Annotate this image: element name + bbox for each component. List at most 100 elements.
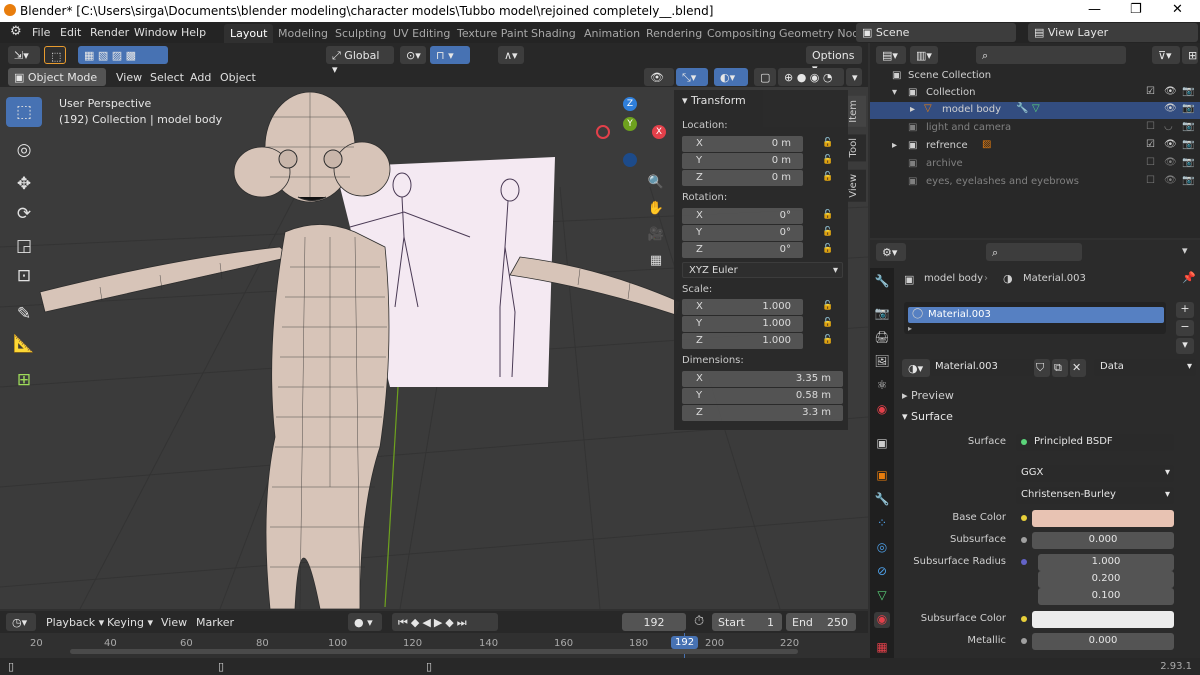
- base-color-swatch[interactable]: [1032, 510, 1174, 527]
- current-frame-field[interactable]: 192: [622, 613, 686, 631]
- material-name-field[interactable]: Material.003: [930, 359, 1034, 376]
- perspective-grid-icon[interactable]: ▦: [645, 249, 667, 271]
- shading-mode-buttons[interactable]: ⊕ ● ◉ ◔: [778, 68, 844, 86]
- data-tab-icon[interactable]: ▽: [874, 588, 890, 604]
- physics-tab-icon[interactable]: ◎: [874, 540, 890, 556]
- tab-modeling[interactable]: Modeling: [272, 24, 334, 43]
- tab-shading[interactable]: Shading: [525, 24, 582, 43]
- proportional-editing-icon[interactable]: ∧▾: [498, 46, 524, 64]
- eye-icon[interactable]: 👁: [1164, 103, 1177, 114]
- maximize-button[interactable]: ❐: [1130, 2, 1142, 17]
- chevron-down-icon[interactable]: ▾: [1182, 244, 1188, 257]
- constraints-tab-icon[interactable]: ⊘: [874, 564, 890, 580]
- gizmo-y-axis[interactable]: Y: [623, 117, 637, 131]
- subsurface-radius-z-field[interactable]: 0.100: [1038, 588, 1174, 605]
- menu-file[interactable]: File: [32, 26, 50, 39]
- lock-scale-y-icon[interactable]: 🔓: [822, 318, 833, 329]
- rotation-x-field[interactable]: X 0°: [682, 208, 803, 224]
- tab-sculpting[interactable]: Sculpting: [329, 24, 392, 43]
- viewport-menu-select[interactable]: Select: [150, 71, 184, 84]
- collection-tab-icon[interactable]: ▣: [874, 436, 890, 452]
- select-tool-icon[interactable]: ⬚: [6, 97, 42, 127]
- expand-icon[interactable]: ▸: [892, 140, 897, 151]
- camera-icon[interactable]: 📷: [1182, 103, 1194, 114]
- annotate-tool-icon[interactable]: ✎: [6, 299, 42, 329]
- outliner-row-eyes-eyelashes-eyebrows[interactable]: ▣ eyes, eyelashes and eyebrows ☐ 👁 📷: [870, 174, 1200, 191]
- eye-icon[interactable]: 👁: [1164, 175, 1177, 186]
- editor-type-button[interactable]: ⇲▾: [8, 46, 40, 64]
- menu-render[interactable]: Render: [90, 26, 129, 39]
- object-tab-icon[interactable]: ▣: [874, 468, 890, 484]
- render-tab-icon[interactable]: 📷: [874, 306, 890, 322]
- lock-rotation-y-icon[interactable]: 🔓: [822, 227, 833, 238]
- expand-icon[interactable]: ▸: [910, 104, 915, 115]
- rotation-y-field[interactable]: Y 0°: [682, 225, 803, 241]
- preview-panel-header[interactable]: ▸ Preview: [902, 389, 954, 402]
- output-tab-icon[interactable]: 🖨: [874, 330, 890, 346]
- view-layer-selector[interactable]: ▤ View Layer: [1028, 23, 1198, 42]
- particles-tab-icon[interactable]: ⁘: [874, 516, 890, 532]
- tab-rendering[interactable]: Rendering: [640, 24, 708, 43]
- timeline-menu-view[interactable]: View: [161, 616, 187, 629]
- eye-icon[interactable]: 👁: [1164, 139, 1177, 150]
- menu-help[interactable]: Help: [181, 26, 206, 39]
- subsurface-radius-y-field[interactable]: 0.200: [1038, 571, 1174, 588]
- transform-panel-title[interactable]: ▾ Transform: [682, 94, 746, 107]
- slot-specials-button[interactable]: ▾: [1176, 338, 1194, 354]
- lock-location-y-icon[interactable]: 🔓: [822, 155, 833, 166]
- rotate-tool-icon[interactable]: ⟳: [6, 199, 42, 229]
- dimensions-y-field[interactable]: Y 0.58 m: [682, 388, 843, 404]
- gizmo-neg-x[interactable]: [596, 125, 610, 139]
- add-slot-button[interactable]: +: [1176, 302, 1194, 318]
- gizmo-toggle-icon[interactable]: ⤡▾: [676, 68, 708, 86]
- duplicate-material-icon[interactable]: ⧉: [1052, 359, 1068, 377]
- start-frame-field[interactable]: Start 1: [712, 613, 782, 631]
- scene-tab-icon[interactable]: ⚛: [874, 378, 890, 394]
- zoom-icon[interactable]: 🔍: [645, 171, 667, 193]
- add-cube-tool-icon[interactable]: ⊞: [6, 365, 42, 395]
- outliner-search-input[interactable]: ⌕: [976, 46, 1126, 64]
- transform-orientation-dropdown[interactable]: ⤢ Global ▾: [326, 46, 394, 76]
- checkbox-icon[interactable]: ☑: [1146, 86, 1155, 97]
- options-dropdown[interactable]: Options ▾: [806, 46, 862, 75]
- xray-toggle-icon[interactable]: ▢: [754, 68, 776, 86]
- expand-icon[interactable]: ▾: [892, 87, 897, 98]
- outliner-row-refrence[interactable]: ▸ ▣ refrence ▨ ☑ 👁 📷: [870, 138, 1200, 155]
- checkbox-icon[interactable]: ☐: [1146, 157, 1155, 168]
- location-y-field[interactable]: Y0 m: [682, 153, 803, 169]
- pin-icon[interactable]: 📌: [1182, 271, 1196, 284]
- lock-scale-z-icon[interactable]: 🔓: [822, 335, 833, 346]
- camera-icon[interactable]: 📷: [1182, 157, 1194, 168]
- properties-editor-type-icon[interactable]: ⚙▾: [876, 243, 906, 261]
- dimensions-x-field[interactable]: X 3.35 m: [682, 371, 843, 387]
- close-button[interactable]: ✕: [1172, 2, 1183, 17]
- stopwatch-icon[interactable]: ⏱: [694, 614, 704, 629]
- subsurface-color-socket-icon[interactable]: [1021, 616, 1027, 622]
- visibility-icon[interactable]: 👁▾: [644, 68, 674, 97]
- minimize-button[interactable]: —: [1088, 2, 1101, 17]
- sidebar-tab-item[interactable]: Item: [848, 96, 866, 127]
- scale-tool-icon[interactable]: ◲: [6, 231, 42, 261]
- subsurface-field[interactable]: 0.000: [1032, 532, 1174, 549]
- outliner-filter-icon[interactable]: ⊽▾: [1152, 46, 1180, 64]
- tab-animation[interactable]: Animation: [578, 24, 646, 43]
- transform-tool-icon[interactable]: ⊡: [6, 261, 42, 291]
- camera-icon[interactable]: 📷: [1182, 175, 1194, 186]
- unlink-material-icon[interactable]: ✕: [1070, 359, 1086, 377]
- viewport-menu-add[interactable]: Add: [190, 71, 211, 84]
- fake-user-shield-icon[interactable]: ⛉: [1034, 359, 1050, 377]
- properties-search-input[interactable]: ⌕: [986, 243, 1082, 261]
- gizmo-neg-z[interactable]: [623, 153, 637, 167]
- scale-x-field[interactable]: X 1.000: [682, 299, 803, 315]
- outliner-row-model-body[interactable]: ▸ ▽ model body 🔧 ▽ 👁 📷: [870, 102, 1200, 119]
- object-mode-dropdown[interactable]: ▣ Object Mode ▾: [8, 68, 106, 97]
- outliner-display-mode-icon[interactable]: ▥▾: [910, 46, 938, 64]
- playhead[interactable]: 192: [671, 636, 699, 649]
- snap-toggle-icon[interactable]: ⊓ ▾: [430, 46, 470, 64]
- location-x-field[interactable]: X0 m: [682, 136, 803, 152]
- pan-hand-icon[interactable]: ✋: [645, 197, 667, 219]
- subsurface-color-swatch[interactable]: [1032, 611, 1174, 628]
- browse-material-icon[interactable]: ◑▾: [902, 359, 930, 377]
- gizmo-x-axis[interactable]: X: [652, 125, 666, 139]
- eye-closed-icon[interactable]: ◡: [1164, 121, 1173, 132]
